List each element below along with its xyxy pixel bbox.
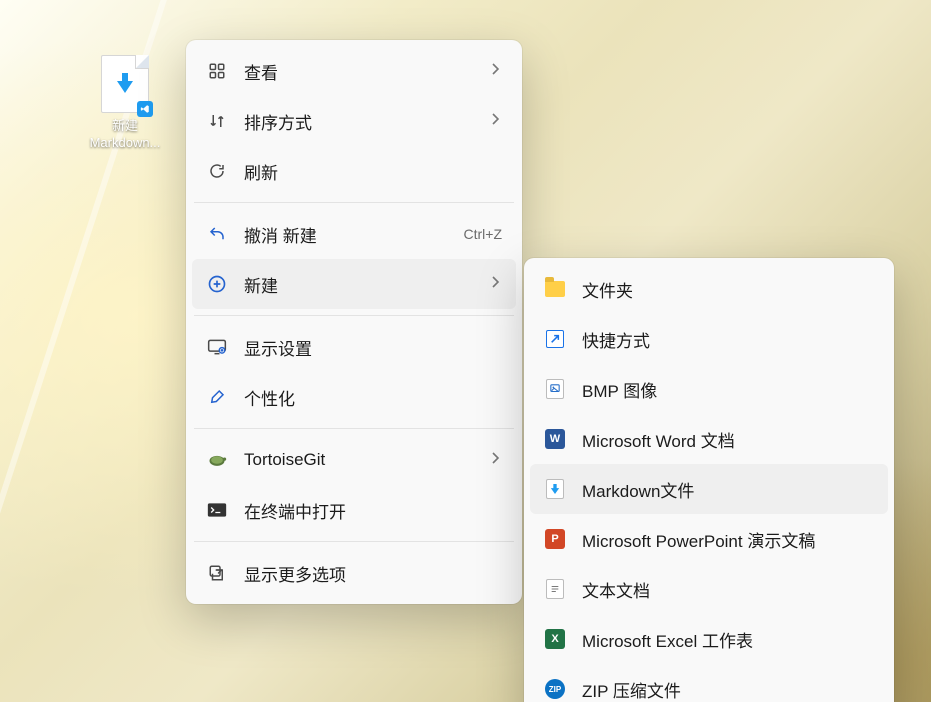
menu-shortcut: Ctrl+Z — [464, 226, 503, 242]
separator — [194, 428, 514, 429]
menu-show-more[interactable]: 显示更多选项 — [192, 548, 516, 598]
excel-file-icon: X — [544, 628, 566, 650]
menu-label: 显示设置 — [244, 335, 502, 360]
menu-label: 刷新 — [244, 159, 502, 184]
submenu-txt[interactable]: 文本文档 — [530, 564, 888, 614]
menu-label: 快捷方式 — [582, 327, 874, 352]
shortcut-icon — [544, 328, 566, 350]
chevron-right-icon — [490, 111, 502, 131]
menu-label: TortoiseGit — [244, 450, 474, 470]
desktop-file-markdown[interactable]: 新建Markdown... — [80, 55, 170, 151]
menu-label: 新建 — [244, 272, 474, 297]
powerpoint-file-icon: P — [544, 528, 566, 550]
menu-display-settings[interactable]: 显示设置 — [192, 322, 516, 372]
menu-new[interactable]: 新建 — [192, 259, 516, 309]
submenu-shortcut[interactable]: 快捷方式 — [530, 314, 888, 364]
menu-personalize[interactable]: 个性化 — [192, 372, 516, 422]
context-menu: 查看 排序方式 刷新 撤消 新建 Ctrl+Z 新建 显示设置 — [186, 40, 522, 604]
markdown-file-icon — [544, 478, 566, 500]
menu-sort[interactable]: 排序方式 — [192, 96, 516, 146]
separator — [194, 202, 514, 203]
menu-label: 文本文档 — [582, 577, 874, 602]
tortoisegit-icon — [206, 449, 228, 471]
menu-label: ZIP 压缩文件 — [582, 677, 874, 702]
vscode-badge-icon — [137, 101, 153, 117]
menu-label: 个性化 — [244, 385, 502, 410]
display-settings-icon — [206, 336, 228, 358]
menu-label: Microsoft PowerPoint 演示文稿 — [582, 527, 874, 552]
separator — [194, 315, 514, 316]
menu-label: BMP 图像 — [582, 377, 874, 402]
undo-icon — [206, 223, 228, 245]
terminal-icon — [206, 499, 228, 521]
bmp-file-icon — [544, 378, 566, 400]
new-icon — [206, 273, 228, 295]
menu-undo-new[interactable]: 撤消 新建 Ctrl+Z — [192, 209, 516, 259]
menu-label: 撤消 新建 — [244, 222, 448, 247]
file-label: 新建Markdown... — [90, 117, 161, 151]
submenu-word[interactable]: W Microsoft Word 文档 — [530, 414, 888, 464]
sort-icon — [206, 110, 228, 132]
zip-file-icon: ZIP — [544, 678, 566, 700]
submenu-zip[interactable]: ZIP ZIP 压缩文件 — [530, 664, 888, 702]
menu-label: Microsoft Word 文档 — [582, 427, 874, 452]
submenu-bmp[interactable]: BMP 图像 — [530, 364, 888, 414]
menu-label: 在终端中打开 — [244, 498, 502, 523]
menu-label: 排序方式 — [244, 109, 474, 134]
text-file-icon — [544, 578, 566, 600]
paintbrush-icon — [206, 386, 228, 408]
separator — [194, 541, 514, 542]
submenu-powerpoint[interactable]: P Microsoft PowerPoint 演示文稿 — [530, 514, 888, 564]
submenu-folder[interactable]: 文件夹 — [530, 264, 888, 314]
menu-label: 文件夹 — [582, 277, 874, 302]
new-submenu: 文件夹 快捷方式 BMP 图像 W Microsoft Word 文档 Mark… — [524, 258, 894, 702]
grid-icon — [206, 60, 228, 82]
menu-view[interactable]: 查看 — [192, 46, 516, 96]
chevron-right-icon — [490, 450, 502, 470]
chevron-right-icon — [490, 61, 502, 81]
folder-icon — [544, 278, 566, 300]
file-icon — [101, 55, 149, 113]
menu-label: 查看 — [244, 59, 474, 84]
menu-refresh[interactable]: 刷新 — [192, 146, 516, 196]
submenu-markdown[interactable]: Markdown文件 — [530, 464, 888, 514]
menu-label: Markdown文件 — [582, 477, 874, 502]
chevron-right-icon — [490, 274, 502, 294]
refresh-icon — [206, 160, 228, 182]
menu-label: Microsoft Excel 工作表 — [582, 627, 874, 652]
submenu-excel[interactable]: X Microsoft Excel 工作表 — [530, 614, 888, 664]
menu-open-terminal[interactable]: 在终端中打开 — [192, 485, 516, 535]
menu-tortoisegit[interactable]: TortoiseGit — [192, 435, 516, 485]
show-more-icon — [206, 562, 228, 584]
menu-label: 显示更多选项 — [244, 561, 502, 586]
word-file-icon: W — [544, 428, 566, 450]
desktop-background[interactable]: 新建Markdown... 查看 排序方式 刷新 撤消 新建 Ctrl+Z 新建 — [0, 0, 931, 702]
